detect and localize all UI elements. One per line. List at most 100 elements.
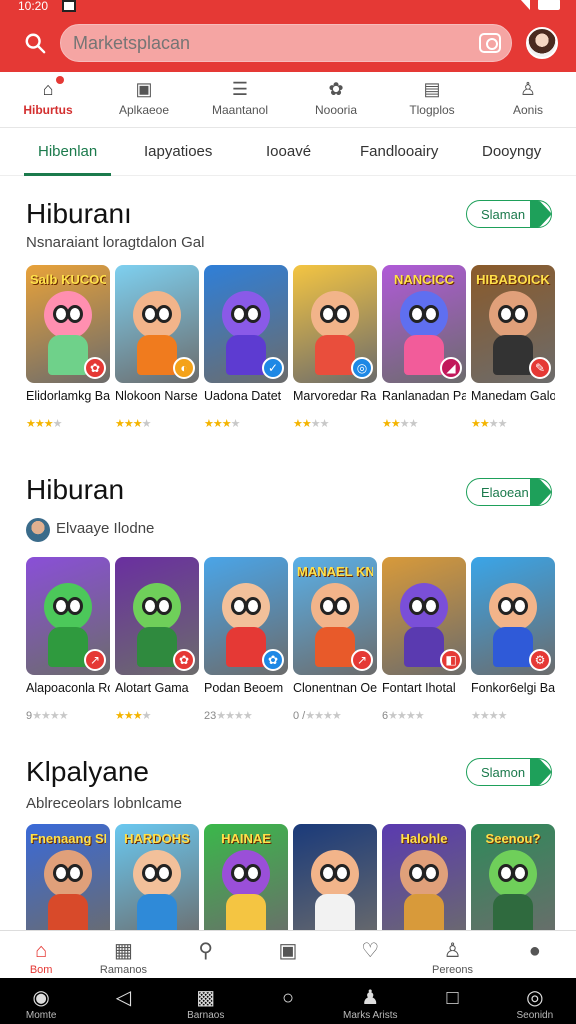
game-thumbnail[interactable]: ◐ <box>115 265 199 383</box>
game-thumbnail[interactable]: ⚙ <box>471 557 555 675</box>
more-button[interactable]: Slaman <box>466 200 552 228</box>
game-thumbnail[interactable]: MANAEL KNANOIS ↗ <box>293 557 377 675</box>
game-thumbnail[interactable]: ◎ <box>293 265 377 383</box>
lens-icon[interactable] <box>479 33 501 53</box>
game-card[interactable]: ◎Marvoredar Randar★★★★ <box>293 265 377 431</box>
sys-app[interactable]: ◉ Momte <box>0 978 82 1024</box>
category-games[interactable]: ✿ Noooria <box>288 72 384 127</box>
more-button[interactable]: Slamon <box>466 758 552 786</box>
sys-camera[interactable]: ◎ Seonidn <box>494 978 576 1024</box>
tab-fandlooairy[interactable]: Fandlooairy <box>360 128 438 176</box>
tab-iapyatioes[interactable]: Iapyatioes <box>144 128 212 176</box>
tab-hibenlan[interactable]: Hibenlan <box>23 128 112 176</box>
more-label: Slaman <box>481 206 526 222</box>
star-icon: ★ <box>388 710 398 722</box>
game-thumbnail[interactable]: Halohle <box>382 824 466 942</box>
category-nav: ⌂ Hiburtus ▣ Aplkaeoe ☰ Maantanol ✿ Nooo… <box>0 72 576 128</box>
nav-search[interactable]: ⚲ <box>165 931 247 978</box>
developer-avatar <box>26 518 50 542</box>
tile-title: Salb KUCOOOO <box>30 273 106 287</box>
game-thumbnail[interactable]: Fnenaang SBNONS <box>26 824 110 942</box>
game-thumbnail[interactable]: ✿ <box>204 557 288 675</box>
game-card[interactable]: ↗ Alapoaconla Rodanc 9★★★★ <box>26 557 110 723</box>
more-button[interactable]: Elaoean <box>466 478 552 506</box>
star-icon: ★ <box>225 710 235 722</box>
game-card[interactable]: ◐ Nlokoon Narse ★★★★ <box>115 265 199 431</box>
nav-grid[interactable]: ▦ Ramanos <box>82 931 164 978</box>
book-icon: ☰ <box>231 79 249 99</box>
game-card[interactable]: ✓ Uadona Datet ★★★★ <box>204 265 288 431</box>
character-face <box>489 583 537 631</box>
character-body <box>493 894 533 934</box>
game-card[interactable]: ⚙Fonkor6elgi Baran★★★★ <box>471 557 555 723</box>
game-card[interactable]: Fnenaang SBNONS <box>26 824 110 942</box>
nav-persons[interactable]: ♙ Pereons <box>411 931 493 978</box>
category-label: Tlogplos <box>409 103 455 117</box>
game-thumbnail[interactable]: HIBABOICK ✎ <box>471 265 555 383</box>
game-card[interactable] <box>293 824 377 942</box>
tile-title: MANAEL KNANOIS <box>297 565 373 579</box>
game-card[interactable]: HAINAE <box>204 824 288 942</box>
star-icon: ★ <box>310 418 321 430</box>
sys-people[interactable]: ♟ Marks Arists <box>329 978 411 1024</box>
category-label: Hiburtus <box>23 103 73 117</box>
game-name: Manedam Galo <box>471 389 555 403</box>
game-card[interactable]: HIBABOICK ✎ Manedam Galo ★★★★ <box>471 265 555 431</box>
nav-profile[interactable]: ● <box>494 931 576 978</box>
nav-favorites[interactable]: ♡ <box>329 931 411 978</box>
game-card[interactable]: ✿ Podan Beoem 23★★★★ <box>204 557 288 723</box>
search-bar[interactable] <box>60 24 512 62</box>
game-card[interactable]: Seenou? <box>471 824 555 942</box>
game-card[interactable]: Salb KUCOOOO✿Elidorlamkg Baran★★★★ <box>26 265 110 431</box>
avatar[interactable] <box>526 27 558 59</box>
category-movies[interactable]: ▤ Tlogplos <box>384 72 480 127</box>
tile-title: HAINAE <box>221 832 271 846</box>
category-home[interactable]: ⌂ Hiburtus <box>0 72 96 127</box>
game-thumbnail[interactable]: ✿ <box>115 557 199 675</box>
home-icon: ⌂ <box>35 940 48 962</box>
game-card[interactable]: Halohle <box>382 824 466 942</box>
sys-home[interactable]: ○ <box>247 978 329 1024</box>
game-thumbnail[interactable] <box>293 824 377 942</box>
game-thumbnail[interactable]: HAINAE <box>204 824 288 942</box>
grid-icon: ▦ <box>113 940 133 962</box>
game-thumbnail[interactable]: Seenou? <box>471 824 555 942</box>
game-card[interactable]: NANCICC◢Ranlanadan Patoec★★★★ <box>382 265 466 431</box>
game-thumbnail[interactable]: ✓ <box>204 265 288 383</box>
game-card[interactable]: HARDOHS <box>115 824 199 942</box>
star-icon: ★ <box>408 418 419 430</box>
category-account[interactable]: ♙ Aonis <box>480 72 576 127</box>
section-subtitle: Nsnaraiant loragtdalon Gal <box>26 234 205 251</box>
tab-dooyngy[interactable]: Dooyngy <box>482 128 541 176</box>
game-thumbnail[interactable]: ↗ <box>26 557 110 675</box>
sys-back[interactable]: ◁ <box>82 978 164 1024</box>
notification-dot <box>56 76 64 84</box>
game-thumbnail[interactable]: Salb KUCOOOO ✿ <box>26 265 110 383</box>
tab-iooave[interactable]: Iooavé <box>266 128 311 176</box>
notification-icon <box>62 0 76 12</box>
nav-home[interactable]: ⌂ Bom <box>0 931 82 978</box>
character-face <box>311 850 359 898</box>
search-input[interactable] <box>61 25 441 61</box>
search-icon[interactable] <box>24 32 46 54</box>
game-thumbnail[interactable]: HARDOHS <box>115 824 199 942</box>
section-title: Klpalyane <box>26 756 149 787</box>
game-card[interactable]: ◧ Fontart Ihotal 6★★★★ <box>382 557 466 723</box>
category-apps[interactable]: ▣ Aplkaeoe <box>96 72 192 127</box>
character-face <box>400 583 448 631</box>
top-bar <box>0 14 576 72</box>
sys-media[interactable]: ▩ Barnaos <box>165 978 247 1024</box>
game-thumbnail[interactable]: ◧ <box>382 557 466 675</box>
star-icon: ★ <box>132 710 143 722</box>
star-icon: ★ <box>123 418 134 430</box>
game-card[interactable]: ✿ Alotart Gama ★★★★ <box>115 557 199 723</box>
game-thumbnail[interactable]: NANCICC ◢ <box>382 265 466 383</box>
game-card[interactable]: MANAEL KNANOIS↗Clonentnan Oetarnetes0 /★… <box>293 557 377 723</box>
character-body <box>137 335 177 375</box>
tile-title: NANCICC <box>394 273 454 287</box>
status-time: 10:20 <box>18 0 49 13</box>
movie-icon: ▤ <box>423 79 441 99</box>
sys-recents[interactable]: □ <box>411 978 493 1024</box>
category-books[interactable]: ☰ Maantanol <box>192 72 288 127</box>
nav-inbox[interactable]: ▣ <box>247 931 329 978</box>
